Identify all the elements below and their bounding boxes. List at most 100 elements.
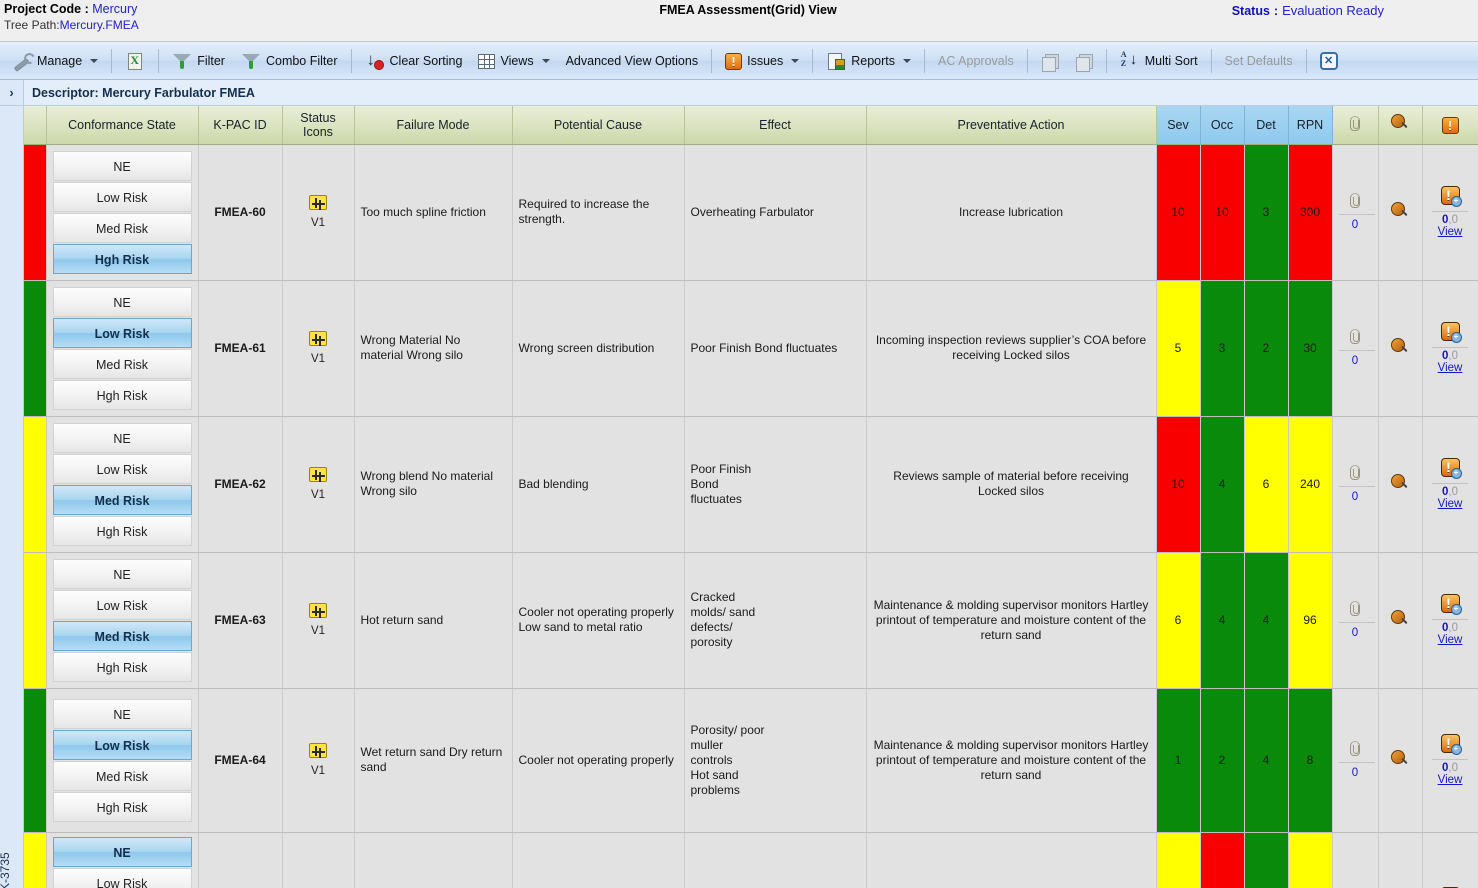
magnifier-icon[interactable] [1391, 473, 1409, 492]
table-row[interactable]: NELow RiskMed RiskHgh Risk [24, 832, 1478, 888]
audit-cell[interactable] [1378, 144, 1423, 281]
column-header-conformance-state[interactable]: Conformance State [46, 106, 199, 145]
conformance-option-low-risk[interactable]: Low Risk [52, 453, 192, 484]
sev-cell[interactable]: 5 [1156, 280, 1201, 417]
view-issues-link[interactable]: View [1429, 774, 1472, 786]
sev-cell[interactable]: 10 [1156, 416, 1201, 553]
kpac-id-cell[interactable]: FMEA-63 [198, 552, 283, 689]
magnifier-icon[interactable] [1391, 749, 1409, 768]
potential-cause-cell[interactable] [512, 832, 685, 888]
table-row[interactable]: NE Low Risk Med Risk Hgh Risk FMEA-61 V1 Wr… [24, 280, 1478, 417]
conformance-state-group[interactable]: NELow RiskMed RiskHgh Risk [52, 698, 192, 822]
paperclip-icon[interactable] [1350, 329, 1360, 344]
audit-cell[interactable] [1378, 416, 1423, 553]
status-icons-cell[interactable]: V1 [282, 688, 355, 833]
column-header-status-icons[interactable]: Status Icons [282, 106, 355, 145]
occ-cell[interactable]: 2 [1200, 688, 1245, 833]
paperclip-icon[interactable] [1350, 601, 1360, 616]
issues-cell[interactable]: 0,0 View [1422, 144, 1478, 281]
project-code-value[interactable]: Mercury [92, 2, 137, 16]
paperclip-icon[interactable] [1350, 193, 1360, 208]
attachments-cell[interactable]: 0 [1332, 688, 1379, 833]
occ-cell[interactable] [1200, 832, 1245, 888]
potential-cause-cell[interactable]: Wrong screen distribution [512, 280, 685, 417]
conformance-state-cell[interactable]: NELow RiskMed RiskHgh Risk [46, 832, 199, 888]
preventative-action-cell[interactable]: Maintenance & molding supervisor monitor… [866, 552, 1157, 689]
det-cell[interactable]: 2 [1244, 280, 1289, 417]
effect-cell[interactable]: Cracked molds/ sand defects/ porosity [684, 552, 867, 689]
audit-cell[interactable] [1378, 552, 1423, 689]
issues-icon[interactable] [1440, 457, 1462, 479]
multi-sort-button[interactable]: Multi Sort [1112, 47, 1206, 75]
attachments-cell[interactable]: 0 [1332, 552, 1379, 689]
views-button[interactable]: Views [470, 47, 557, 75]
occ-cell[interactable]: 4 [1200, 416, 1245, 553]
det-cell[interactable]: 6 [1244, 416, 1289, 553]
column-header-potential-cause[interactable]: Potential Cause [512, 106, 685, 145]
conformance-option-hgh-risk[interactable]: Hgh Risk [52, 243, 192, 274]
effect-cell[interactable]: Porosity/ poor muller controls Hot sand … [684, 688, 867, 833]
paperclip-icon[interactable] [1350, 741, 1360, 756]
issues-cell[interactable] [1422, 832, 1478, 888]
column-header-issues[interactable] [1422, 106, 1478, 145]
combo-filter-button[interactable]: Combo Filter [233, 47, 346, 75]
column-header-sev[interactable]: Sev [1156, 106, 1201, 145]
advanced-view-options-button[interactable]: Advanced View Options [558, 47, 707, 75]
manage-button[interactable]: Manage [4, 47, 106, 75]
column-header-audit[interactable] [1378, 106, 1423, 145]
conformance-option-ne[interactable]: NE [52, 422, 192, 453]
paperclip-icon[interactable] [1350, 465, 1360, 480]
sidebar-expander-button[interactable]: › [0, 80, 24, 105]
magnifier-icon[interactable] [1391, 201, 1409, 220]
effect-cell[interactable]: Overheating Farbulator [684, 144, 867, 281]
preventative-action-cell[interactable]: Increase lubrication [866, 144, 1157, 281]
status-chart-icon[interactable] [309, 331, 327, 346]
issues-icon[interactable] [1440, 593, 1462, 615]
conformance-state-cell[interactable]: NELow RiskMed RiskHgh Risk [46, 144, 199, 281]
attachments-cell[interactable]: 0 [1332, 280, 1379, 417]
audit-cell[interactable] [1378, 688, 1423, 833]
rpn-cell[interactable]: 300 [1288, 144, 1333, 281]
failure-mode-cell[interactable]: Too much spline friction [354, 144, 513, 281]
conformance-state-group[interactable]: NELow RiskMed RiskHgh Risk [52, 286, 192, 410]
failure-mode-cell[interactable]: Wrong Material No material Wrong silo [354, 280, 513, 417]
failure-mode-cell[interactable] [354, 832, 513, 888]
conformance-option-ne[interactable]: NE [52, 836, 192, 867]
conformance-option-low-risk[interactable]: Low Risk [52, 867, 192, 888]
audit-cell[interactable] [1378, 832, 1423, 888]
issues-icon[interactable] [1440, 185, 1462, 207]
close-button[interactable] [1312, 47, 1346, 75]
table-row[interactable]: NE Low Risk Med Risk Hgh Risk FMEA-62 V1 Wr… [24, 416, 1478, 553]
attachments-cell[interactable] [1332, 832, 1379, 888]
preventative-action-cell[interactable]: Reviews sample of material before receiv… [866, 416, 1157, 553]
conformance-option-low-risk[interactable]: Low Risk [52, 181, 192, 212]
conformance-state-cell[interactable]: NELow RiskMed RiskHgh Risk [46, 280, 199, 417]
kpac-id-cell[interactable]: FMEA-61 [198, 280, 283, 417]
issues-cell[interactable]: 0,0 View [1422, 416, 1478, 553]
issues-icon[interactable] [1440, 321, 1462, 343]
status-icons-cell[interactable]: V1 [282, 144, 355, 281]
view-issues-link[interactable]: View [1429, 362, 1472, 374]
status-icons-cell[interactable] [282, 832, 355, 888]
rpn-cell[interactable]: 30 [1288, 280, 1333, 417]
rpn-cell[interactable]: 8 [1288, 688, 1333, 833]
effect-cell[interactable] [684, 832, 867, 888]
conformance-state-group[interactable]: NELow RiskMed RiskHgh Risk [52, 558, 192, 682]
status-icons-cell[interactable]: V1 [282, 552, 355, 689]
kpac-id-cell[interactable]: FMEA-64 [198, 688, 283, 833]
conformance-option-ne[interactable]: NE [52, 698, 192, 729]
conformance-state-group[interactable]: NELow RiskMed RiskHgh Risk [52, 836, 192, 888]
conformance-option-ne[interactable]: NE [52, 558, 192, 589]
table-row[interactable]: NE Low Risk Med Risk Hgh Risk FMEA-64 V1 We… [24, 688, 1478, 833]
potential-cause-cell[interactable]: Cooler not operating properly [512, 688, 685, 833]
issues-button[interactable]: Issues [717, 47, 807, 75]
column-header-preventative-action[interactable]: Preventative Action [866, 106, 1157, 145]
status-chart-icon[interactable] [309, 743, 327, 758]
attachments-cell[interactable]: 0 [1332, 416, 1379, 553]
conformance-option-med-risk[interactable]: Med Risk [52, 484, 192, 515]
det-cell[interactable] [1244, 832, 1289, 888]
column-header-attachments[interactable] [1332, 106, 1379, 145]
potential-cause-cell[interactable]: Bad blending [512, 416, 685, 553]
status-value[interactable]: Evaluation Ready [1282, 3, 1384, 18]
conformance-option-low-risk[interactable]: Low Risk [52, 589, 192, 620]
